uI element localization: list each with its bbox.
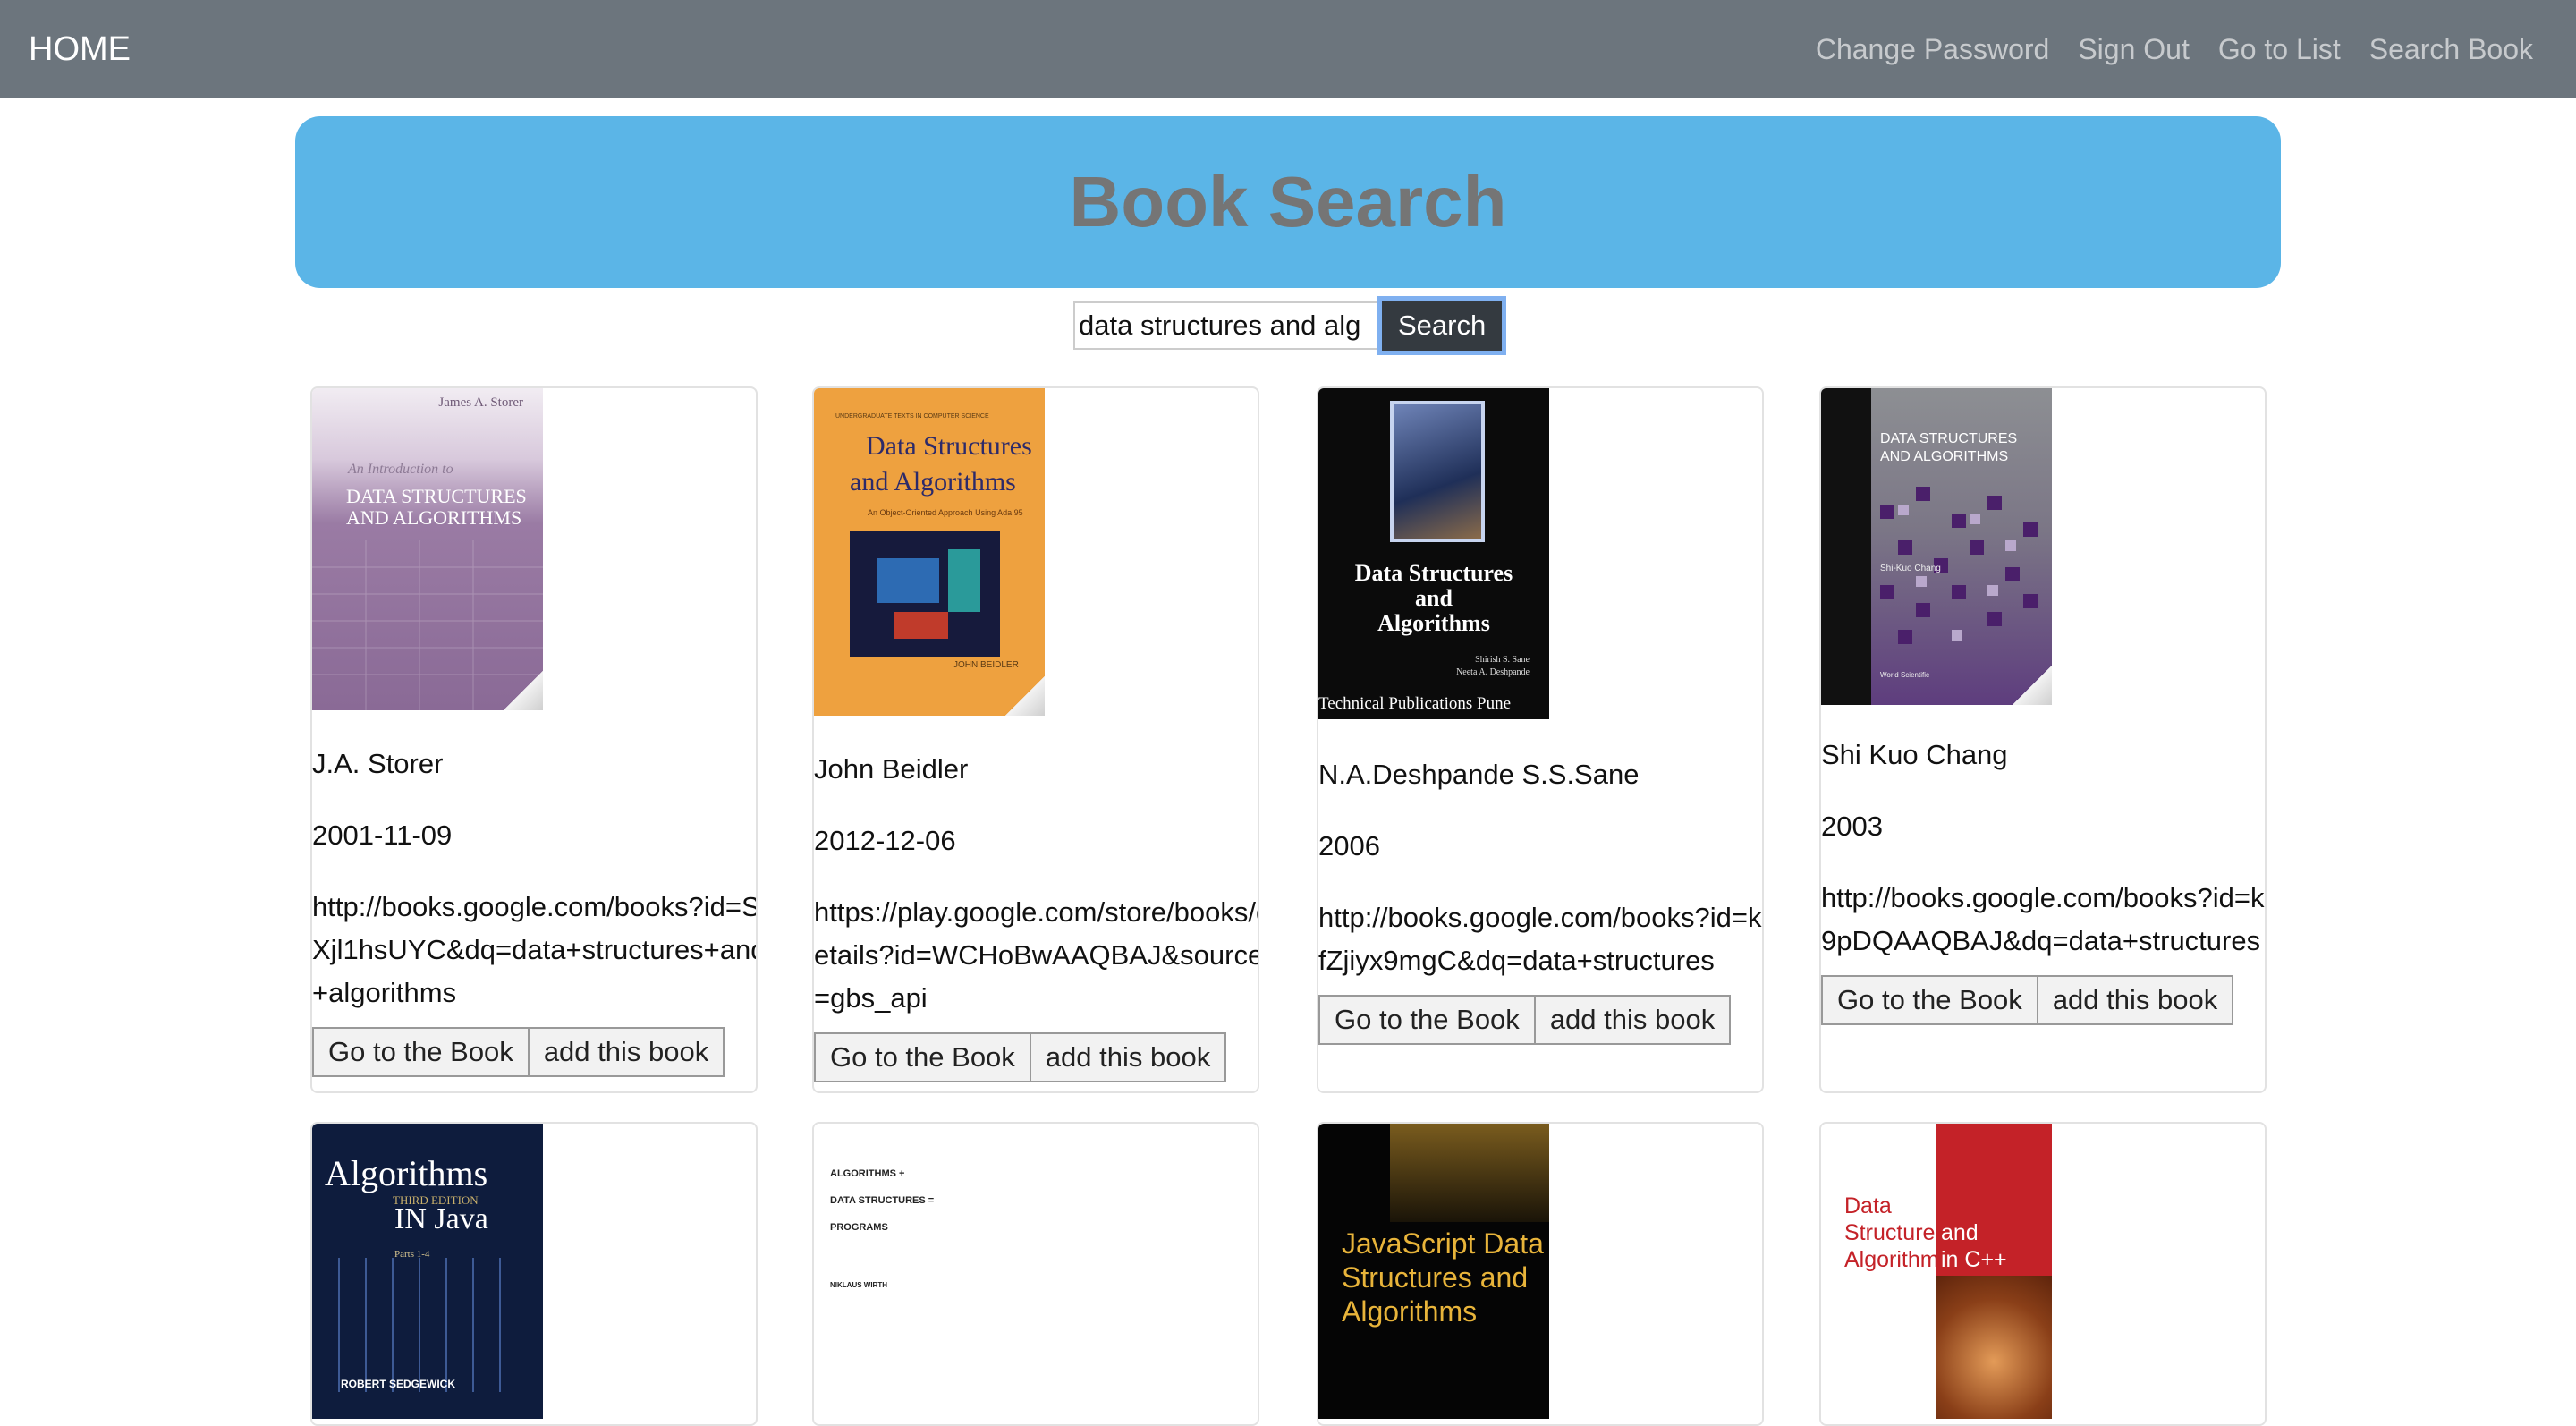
- cover-title-3: PROGRAMS: [830, 1222, 888, 1233]
- book-date: 2001-11-09: [312, 819, 453, 851]
- cover-title-2: Structures and: [1342, 1261, 1529, 1294]
- cover-title-2: IN Java: [394, 1202, 488, 1235]
- go-to-book-button[interactable]: Go to the Book: [814, 1032, 1031, 1082]
- book-cover: UNDERGRADUATE TEXTS IN COMPUTER SCIENCE …: [814, 388, 1045, 716]
- go-to-book-button[interactable]: Go to the Book: [1821, 975, 2038, 1025]
- book-actions: Go to the Book add this book: [1821, 975, 2265, 1025]
- add-book-button[interactable]: add this book: [2038, 975, 2234, 1025]
- nav-links: Change Password Sign Out Go to List Sear…: [1816, 33, 2533, 66]
- page-title: Book Search: [1069, 162, 1507, 242]
- book-actions: Go to the Book add this book: [312, 1027, 756, 1077]
- book-card: UNDERGRADUATE TEXTS IN COMPUTER SCIENCE …: [812, 386, 1259, 1093]
- hero-banner: Book Search: [295, 116, 2281, 288]
- cover-title-3: Algorithms: [1377, 610, 1490, 636]
- cover-title-3: Algorithms: [1342, 1295, 1478, 1328]
- page-curl: [1005, 676, 1045, 716]
- book-date: 2006: [1318, 830, 1380, 862]
- cover-title-5: in C++: [1941, 1247, 2007, 1272]
- book-cover: James A. Storer An Introduction to DATA …: [312, 388, 543, 710]
- cover-publisher: Technical Publications Pune: [1318, 694, 1512, 713]
- book-actions: Go to the Book add this book: [814, 1032, 1258, 1082]
- book-link[interactable]: http://books.google.com/books?id=S-tXjl1…: [312, 886, 756, 1014]
- cover-art: [1390, 401, 1485, 542]
- page-curl: [2012, 666, 2052, 705]
- go-to-book-button[interactable]: Go to the Book: [1318, 995, 1536, 1045]
- book-card: Data Structures and Algorithms in C++: [1819, 1122, 2267, 1426]
- search-form: Search: [1073, 296, 1507, 355]
- cover-author: JOHN BEIDLER: [953, 660, 1019, 670]
- book-actions: Go to the Book add this book: [1318, 995, 1762, 1045]
- cover-art: [850, 531, 1000, 657]
- book-date: 2003: [1821, 811, 1883, 842]
- book-cover: Data Structures and Algorithms in C++: [1821, 1124, 2052, 1419]
- book-date: 2012-12-06: [814, 825, 956, 856]
- search-button[interactable]: Search: [1377, 296, 1507, 355]
- book-cover: Algorithms THIRD EDITION IN Java Parts 1…: [312, 1124, 543, 1419]
- cover-title-2: and Algorithms: [850, 467, 1016, 497]
- cover-subtitle: An Object-Oriented Approach Using Ada 95: [868, 508, 1023, 517]
- change-password-link[interactable]: Change Password: [1816, 33, 2049, 66]
- search-book-link[interactable]: Search Book: [2369, 33, 2533, 66]
- search-input[interactable]: [1073, 301, 1377, 350]
- book-cover: DATA STRUCTURES AND ALGORITHMS Shi-Kuo C…: [1821, 388, 2052, 705]
- cover-title-1: Data: [1844, 1193, 1892, 1218]
- cover-title-2: AND ALGORITHMS: [1880, 449, 2009, 464]
- cover-title-1: JavaScript Data: [1342, 1227, 1544, 1260]
- book-author: N.A.Deshpande S.S.Sane: [1318, 759, 1640, 790]
- cover-art-grid: [312, 540, 543, 710]
- cover-title-1: Data Structures: [866, 431, 1032, 461]
- cover-title-1: DATA STRUCTURES: [1880, 431, 2018, 446]
- cover-title-2: AND ALGORITHMS: [346, 506, 522, 529]
- cover-author: Shi-Kuo Chang: [1880, 564, 1941, 573]
- cover-author: NIKLAUS WIRTH: [830, 1281, 887, 1289]
- cover-title-2: Structures: [1844, 1220, 1946, 1245]
- cover-subtitle: An Introduction to: [348, 462, 453, 477]
- cover-series: UNDERGRADUATE TEXTS IN COMPUTER SCIENCE: [835, 413, 989, 420]
- cover-title-1: ALGORITHMS +: [830, 1168, 905, 1179]
- home-link[interactable]: HOME: [29, 30, 131, 69]
- cover-spine: [1821, 388, 1871, 705]
- cover-author-2: Neeta A. Deshpande: [1456, 667, 1530, 677]
- cover-title-1: Data Structures: [1354, 560, 1513, 586]
- cover-title-2: and: [1415, 585, 1453, 611]
- book-card: Algorithms THIRD EDITION IN Java Parts 1…: [310, 1122, 758, 1426]
- book-link[interactable]: https://play.google.com/store/books/deta…: [814, 891, 1258, 1020]
- book-author: J.A. Storer: [312, 748, 444, 779]
- book-card: JavaScript Data Structures and Algorithm…: [1317, 1122, 1764, 1426]
- go-to-book-button[interactable]: Go to the Book: [312, 1027, 530, 1077]
- book-cover: JavaScript Data Structures and Algorithm…: [1318, 1124, 1549, 1419]
- book-cover: Data Structures and Algorithms Shirish S…: [1318, 388, 1549, 719]
- sign-out-link[interactable]: Sign Out: [2078, 33, 2190, 66]
- cover-title-3: and: [1941, 1220, 1979, 1245]
- add-book-button[interactable]: add this book: [1030, 1032, 1227, 1082]
- book-link[interactable]: http://books.google.com/books?id=k1fZjiy…: [1318, 896, 1762, 982]
- add-book-button[interactable]: add this book: [1535, 995, 1732, 1045]
- cover-author: ROBERT SEDGEWICK: [341, 1378, 456, 1390]
- book-card: DATA STRUCTURES AND ALGORITHMS Shi-Kuo C…: [1819, 386, 2267, 1093]
- book-card: James A. Storer An Introduction to DATA …: [310, 386, 758, 1093]
- book-author: John Beidler: [814, 753, 969, 785]
- cover-publisher: World Scientific: [1880, 671, 1929, 679]
- cover-author: James A. Storer: [438, 395, 523, 410]
- book-card: ALGORITHMS + DATA STRUCTURES = PROGRAMS …: [812, 1122, 1259, 1426]
- navbar: HOME Change Password Sign Out Go to List…: [0, 0, 2576, 98]
- cover-parts: Parts 1-4: [394, 1249, 430, 1260]
- book-author: Shi Kuo Chang: [1821, 739, 2008, 770]
- book-cover: ALGORITHMS + DATA STRUCTURES = PROGRAMS …: [814, 1124, 1045, 1419]
- cover-art: [1936, 1276, 2052, 1419]
- cover-title-1: DATA STRUCTURES: [346, 485, 527, 507]
- cover-title-4: Algorithms: [1844, 1247, 1951, 1272]
- cover-author-1: Shirish S. Sane: [1475, 655, 1530, 665]
- book-link[interactable]: http://books.google.com/books?id=k29pDQA…: [1821, 877, 2265, 963]
- cover-title-2: DATA STRUCTURES =: [830, 1195, 935, 1206]
- cover-title-1: Algorithms: [325, 1153, 488, 1193]
- cover-art: [1390, 1124, 1549, 1222]
- cover-art-mosaic: [1880, 487, 2038, 644]
- page-curl: [504, 671, 543, 710]
- add-book-button[interactable]: add this book: [529, 1027, 725, 1077]
- go-to-list-link[interactable]: Go to List: [2218, 33, 2341, 66]
- book-card: Data Structures and Algorithms Shirish S…: [1317, 386, 1764, 1093]
